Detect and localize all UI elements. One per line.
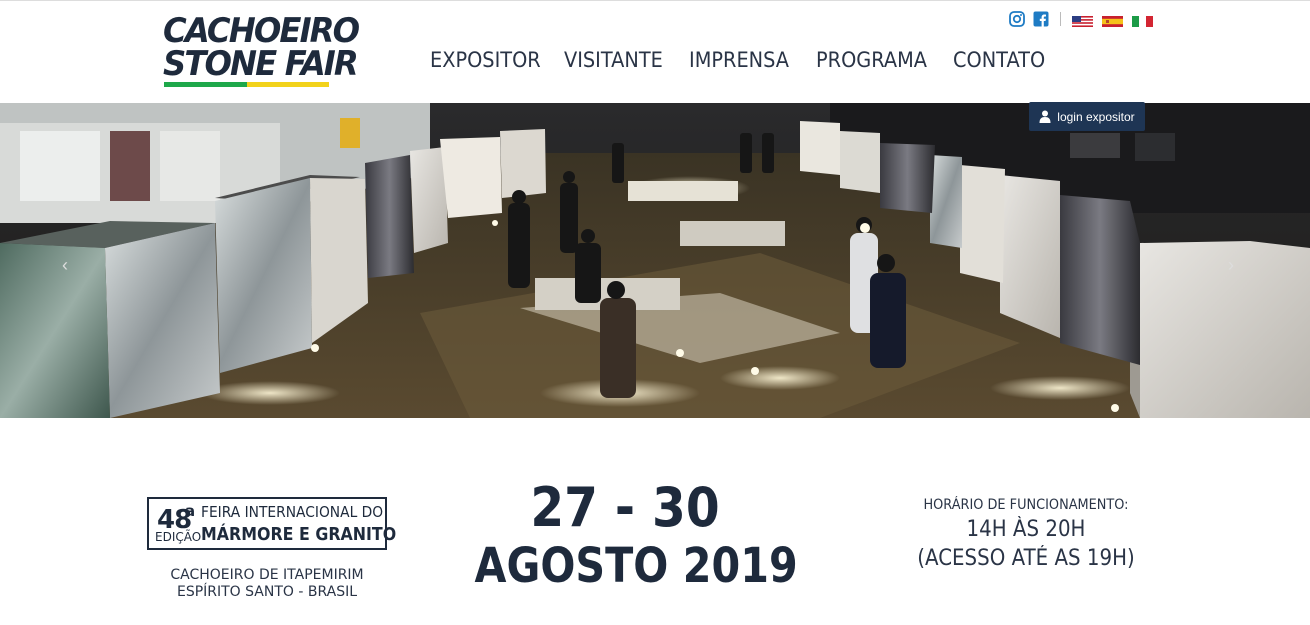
divider [1060, 12, 1061, 26]
carousel-next-icon[interactable]: › [1228, 255, 1234, 276]
flag-es-icon[interactable] [1102, 14, 1123, 27]
edition-ordinal: a [185, 502, 196, 520]
hero-banner-photo [0, 103, 1310, 418]
logo-stripe [164, 82, 329, 87]
edition-title-line1: FEIRA INTERNACIONAL DO [201, 503, 384, 521]
nav-item-imprensa[interactable]: IMPRENSA [689, 48, 789, 72]
edition-badge: 48 a FEIRA INTERNACIONAL DO EDIÇÃO MÁRMO… [147, 497, 396, 550]
event-days: 27 - 30 [530, 476, 720, 539]
opening-hours-label: HORÁRIO DE FUNCIONAMENTO: [923, 497, 1129, 513]
hero-photo-illustration [0, 103, 1310, 418]
login-expositor-button[interactable]: login expositor [1029, 102, 1145, 131]
facebook-icon[interactable] [1032, 10, 1049, 27]
opening-hours-note: (ACESSO ATÉ AS 19H) [917, 546, 1135, 571]
event-dates: 27 - 30 AGOSTO 2019 [450, 476, 800, 595]
carousel-prev-icon[interactable]: ‹ [62, 255, 68, 276]
flag-it-icon[interactable] [1132, 14, 1153, 27]
site-header: CACHOEIRO STONE FAIR EXPOSITOR VISITANTE… [0, 0, 1310, 103]
location-state: ESPÍRITO SANTO - BRASIL [176, 584, 358, 600]
user-icon [1039, 110, 1051, 123]
login-expositor-label: login expositor [1057, 109, 1135, 124]
nav-item-visitante[interactable]: VISITANTE [564, 48, 663, 72]
location-city: CACHOEIRO DE ITAPEMIRIM [170, 567, 364, 583]
cachoeiro-stone-fair-logo[interactable]: CACHOEIRO STONE FAIR [163, 14, 360, 87]
nav-item-expositor[interactable]: EXPOSITOR [430, 48, 541, 72]
edition-label: EDIÇÃO [155, 530, 202, 544]
opening-hours: HORÁRIO DE FUNCIONAMENTO: 14H ÀS 20H (AC… [890, 495, 1162, 573]
opening-hours-time: 14H ÀS 20H [966, 517, 1086, 542]
flag-en-icon[interactable] [1072, 14, 1093, 27]
edition-title-line2: MÁRMORE E GRANITO [201, 524, 397, 545]
nav-item-programa[interactable]: PROGRAMA [816, 48, 927, 72]
nav-item-contato[interactable]: CONTATO [953, 48, 1045, 72]
logo-line-2: STONE FAIR [163, 44, 359, 84]
event-location: CACHOEIRO DE ITAPEMIRIM ESPÍRITO SANTO -… [147, 567, 387, 601]
event-month-year: AGOSTO 2019 [474, 538, 798, 594]
instagram-icon[interactable] [1008, 10, 1025, 27]
